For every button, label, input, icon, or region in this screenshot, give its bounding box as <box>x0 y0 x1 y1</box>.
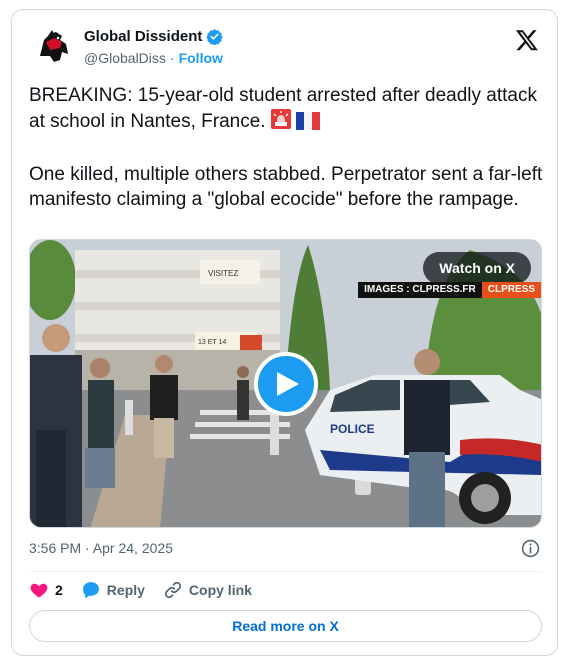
watch-on-x-button[interactable]: Watch on X <box>423 252 531 284</box>
copy-link-button[interactable]: Copy link <box>163 580 252 600</box>
video-player[interactable]: VISITEZ 13 ET 14 POLICE Watch on X IMAGE… <box>29 239 542 528</box>
x-logo-icon[interactable] <box>515 28 539 52</box>
author-handle-line: @GlobalDiss · Follow <box>84 50 223 66</box>
tweet-timestamp[interactable]: 3:56 PM · Apr 24, 2025 <box>29 540 173 556</box>
france-flag-icon <box>295 112 320 137</box>
shop-sign-text: VISITEZ <box>208 269 238 278</box>
clpress-logo-text: CLPRESS <box>481 282 541 298</box>
tweet-actions: 2 Reply Copy link <box>29 578 252 602</box>
banner-text: 13 ET 14 <box>198 339 226 346</box>
play-button[interactable] <box>254 352 318 416</box>
heart-icon <box>30 583 48 598</box>
tweet-paragraph-1: BREAKING: 15-year-old student arrested a… <box>29 83 544 137</box>
reply-bubble-icon <box>82 582 99 599</box>
rotating-light-icon <box>270 108 292 137</box>
author-display-name[interactable]: Global Dissident <box>84 28 202 45</box>
follow-button[interactable]: Follow <box>179 50 223 66</box>
play-icon <box>277 372 299 396</box>
avatar[interactable] <box>32 26 76 68</box>
tweet-text: BREAKING: 15-year-old student arrested a… <box>29 83 544 212</box>
verified-badge-icon <box>206 29 224 45</box>
reply-button[interactable]: Reply <box>81 580 145 600</box>
tweet-paragraph-2: One killed, multiple others stabbed. Per… <box>29 164 543 210</box>
author-handle[interactable]: @GlobalDiss <box>84 50 166 66</box>
tweet-header: Global Dissident @GlobalDiss · Follow <box>30 24 543 74</box>
divider <box>29 571 540 572</box>
horse-logo-icon <box>32 26 76 68</box>
reply-label: Reply <box>106 582 145 598</box>
image-credit-text: IMAGES : CLPRESS.FR <box>358 282 482 298</box>
tweet-embed-card: Global Dissident @GlobalDiss · Follow BR… <box>11 9 558 656</box>
author-name-line: Global Dissident <box>84 28 224 45</box>
like-button[interactable]: 2 <box>29 580 63 600</box>
link-icon <box>164 581 181 599</box>
like-count: 2 <box>55 582 63 598</box>
copy-link-label: Copy link <box>188 582 252 598</box>
info-icon[interactable] <box>521 539 540 558</box>
police-text: POLICE <box>330 422 375 436</box>
image-credit: IMAGES : CLPRESS.FR CLPRESS <box>358 282 541 298</box>
read-more-button[interactable]: Read more on X <box>29 610 542 642</box>
separator-dot: · <box>169 50 175 66</box>
